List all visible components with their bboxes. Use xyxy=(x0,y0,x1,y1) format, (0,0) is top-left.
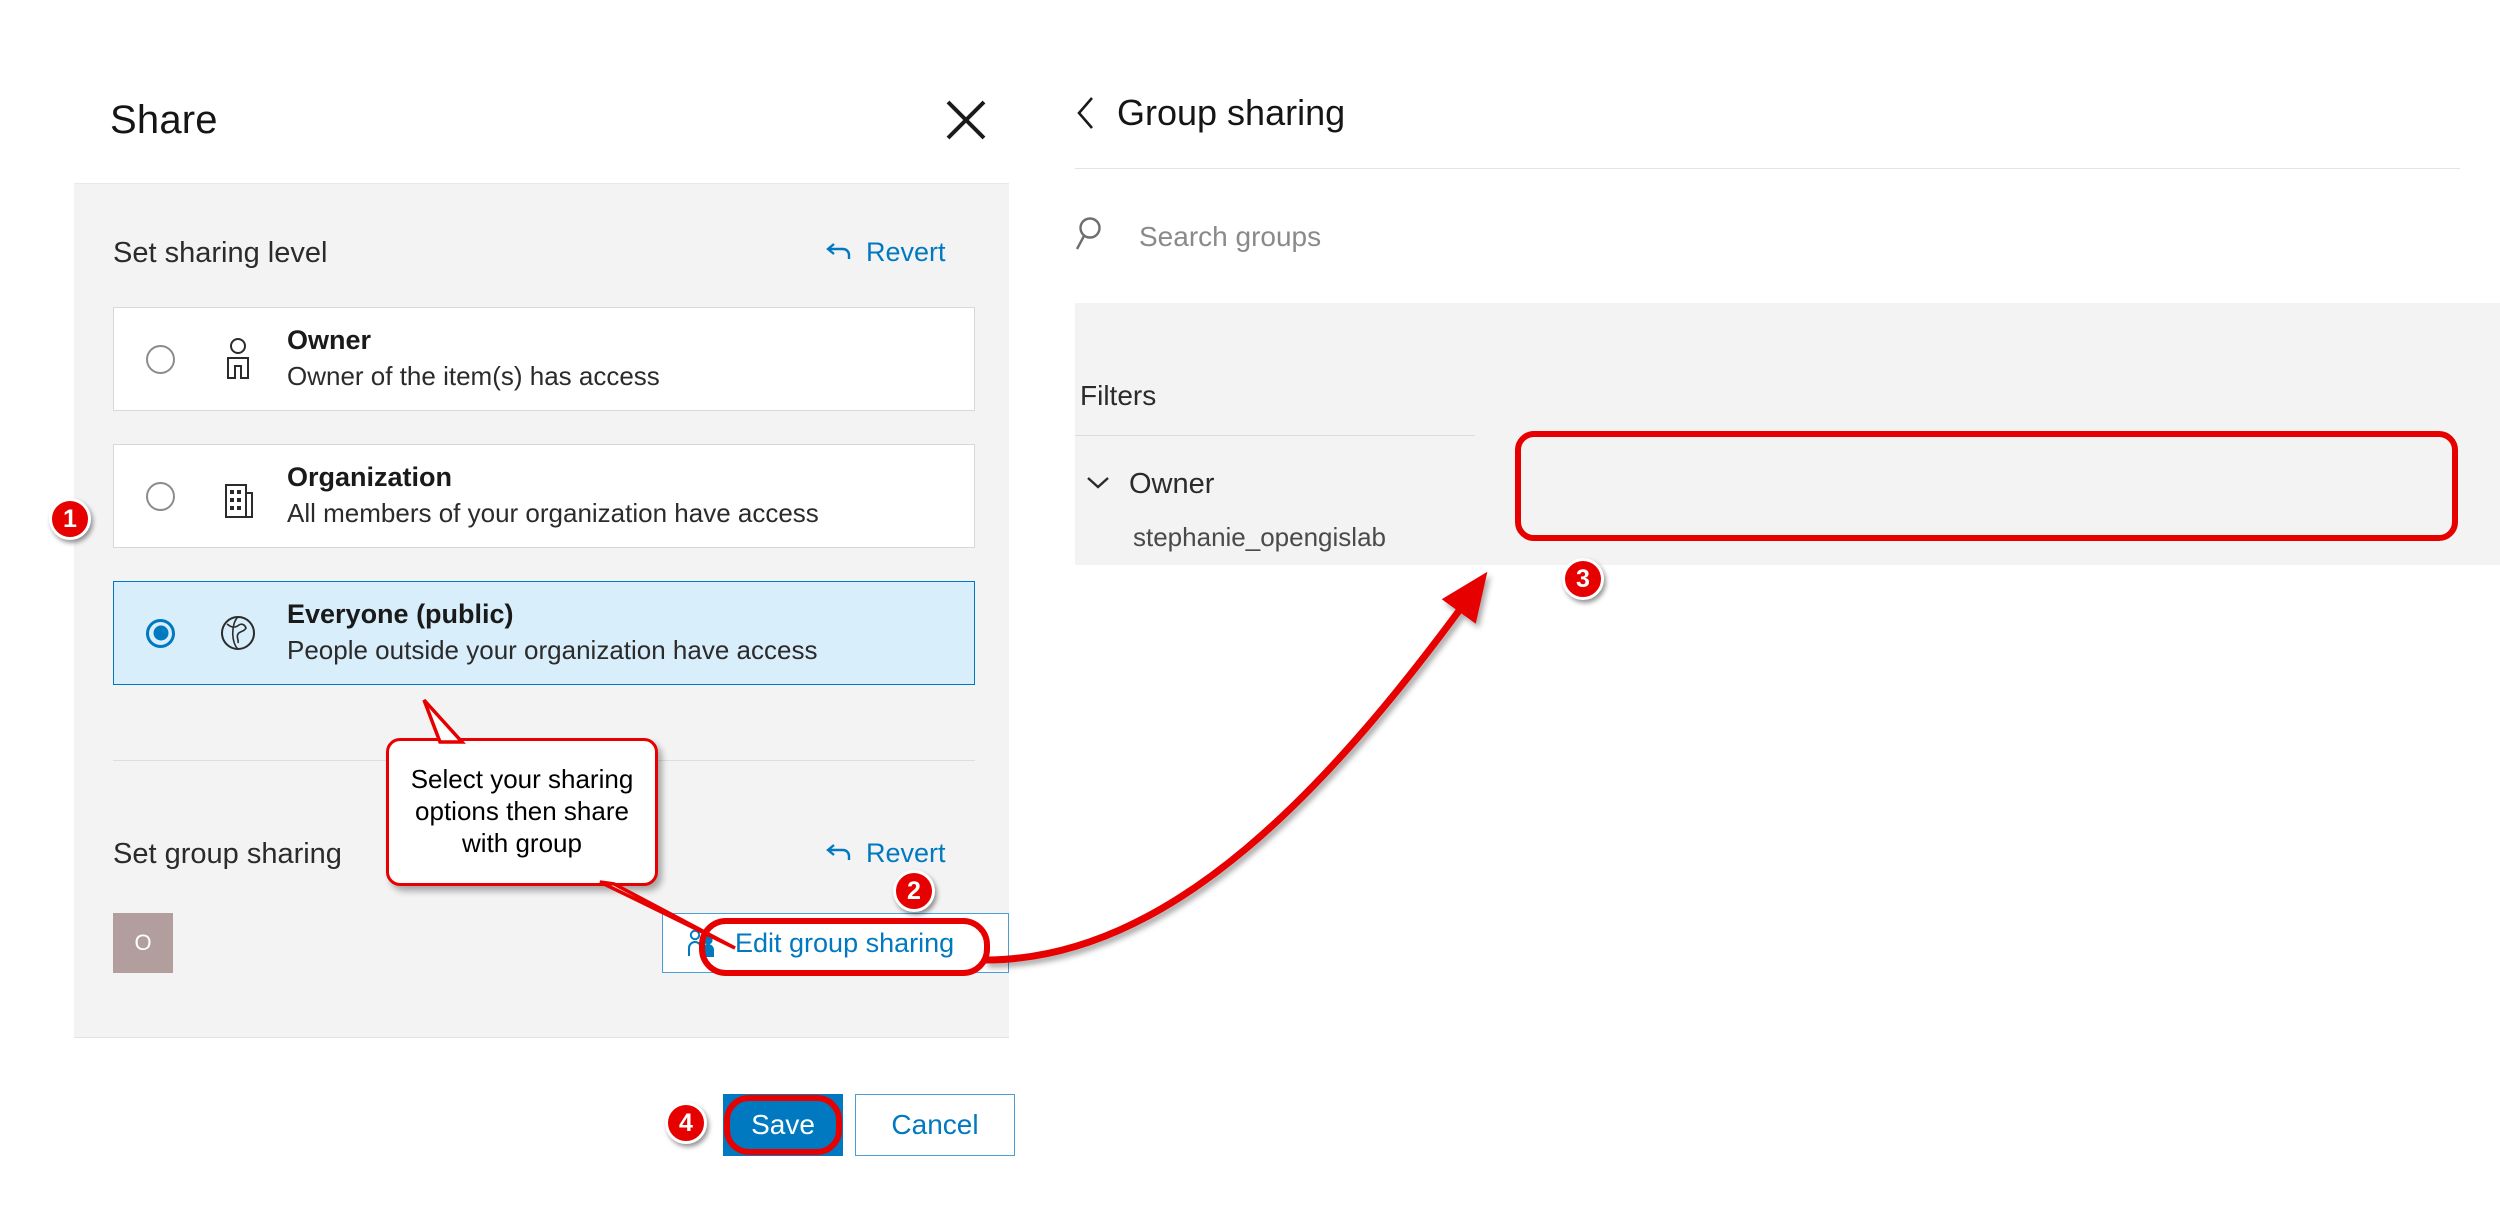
group-sharing-header: Group sharing xyxy=(1075,92,1345,134)
step-badge-3: 3 xyxy=(1562,558,1604,600)
filter-value-owner[interactable]: stephanie_opengislab xyxy=(1133,522,1386,553)
step-badge-1: 1 xyxy=(49,498,91,540)
radio-everyone[interactable] xyxy=(146,618,175,648)
search-input[interactable]: Search groups xyxy=(1139,221,1321,253)
edit-group-sharing-button[interactable]: Edit group sharing xyxy=(662,913,1009,973)
group-sharing-panel: Group sharing Search groups Filters Owne… xyxy=(1075,0,2500,1219)
cancel-button[interactable]: Cancel xyxy=(855,1094,1015,1156)
radio-owner[interactable] xyxy=(146,344,175,374)
step-badge-4: 4 xyxy=(665,1102,707,1144)
revert-label: Revert xyxy=(866,237,946,267)
page-title: Share xyxy=(110,98,218,142)
option-subtitle: Owner of the item(s) has access xyxy=(287,361,660,392)
organization-icon xyxy=(211,473,265,519)
sharing-option-organization[interactable]: Organization All members of your organiz… xyxy=(113,444,975,548)
group-sharing-heading: Set group sharing xyxy=(113,838,342,870)
close-icon[interactable] xyxy=(940,94,992,146)
sharing-option-owner[interactable]: Owner Owner of the item(s) has access xyxy=(113,307,975,411)
search-groups-row[interactable]: Search groups xyxy=(1075,215,1321,258)
group-users-icon xyxy=(685,927,719,959)
header-divider xyxy=(1075,168,2460,169)
sharing-option-text: Owner Owner of the item(s) has access xyxy=(287,324,660,395)
revert-group-sharing-button[interactable]: Revert xyxy=(825,838,946,869)
share-panel: Share Set sharing level Revert Owner Own… xyxy=(0,0,1040,1219)
filter-section-label: Owner xyxy=(1129,468,1215,500)
globe-icon xyxy=(211,611,265,655)
revert-sharing-level-button[interactable]: Revert xyxy=(825,237,946,268)
option-title: Organization xyxy=(287,461,453,492)
instruction-callout: Select your sharing options then share w… xyxy=(386,738,658,886)
person-icon xyxy=(211,336,265,382)
radio-organization[interactable] xyxy=(146,481,175,511)
group-sharing-title: Group sharing xyxy=(1117,92,1346,133)
sharing-option-text: Organization All members of your organiz… xyxy=(287,461,819,532)
edit-group-sharing-label: Edit group sharing xyxy=(735,927,955,958)
option-title: Owner xyxy=(287,324,372,355)
save-button[interactable]: Save xyxy=(723,1094,843,1156)
search-icon xyxy=(1075,215,1109,258)
sharing-option-text: Everyone (public) People outside your or… xyxy=(287,598,817,669)
chevron-left-icon[interactable] xyxy=(1075,95,1097,131)
option-title: Everyone (public) xyxy=(287,598,514,629)
thumbnail-letter: O xyxy=(134,930,152,955)
revert-icon xyxy=(825,241,853,265)
revert-label: Revert xyxy=(866,838,946,868)
sharing-level-heading: Set sharing level xyxy=(113,237,328,269)
option-subtitle: People outside your organization have ac… xyxy=(287,635,818,666)
filters-divider xyxy=(1075,435,1475,436)
revert-icon xyxy=(825,842,853,866)
filters-heading: Filters xyxy=(1080,380,1157,411)
chevron-down-icon xyxy=(1085,473,1111,496)
screenshot-root: Share Set sharing level Revert Owner Own… xyxy=(0,0,2500,1219)
option-subtitle: All members of your organization have ac… xyxy=(287,498,819,529)
sharing-option-everyone[interactable]: Everyone (public) People outside your or… xyxy=(113,581,975,685)
filter-section-owner[interactable]: Owner xyxy=(1085,468,1214,501)
step-badge-2: 2 xyxy=(893,870,935,912)
shared-group-thumbnail: O xyxy=(113,913,173,973)
